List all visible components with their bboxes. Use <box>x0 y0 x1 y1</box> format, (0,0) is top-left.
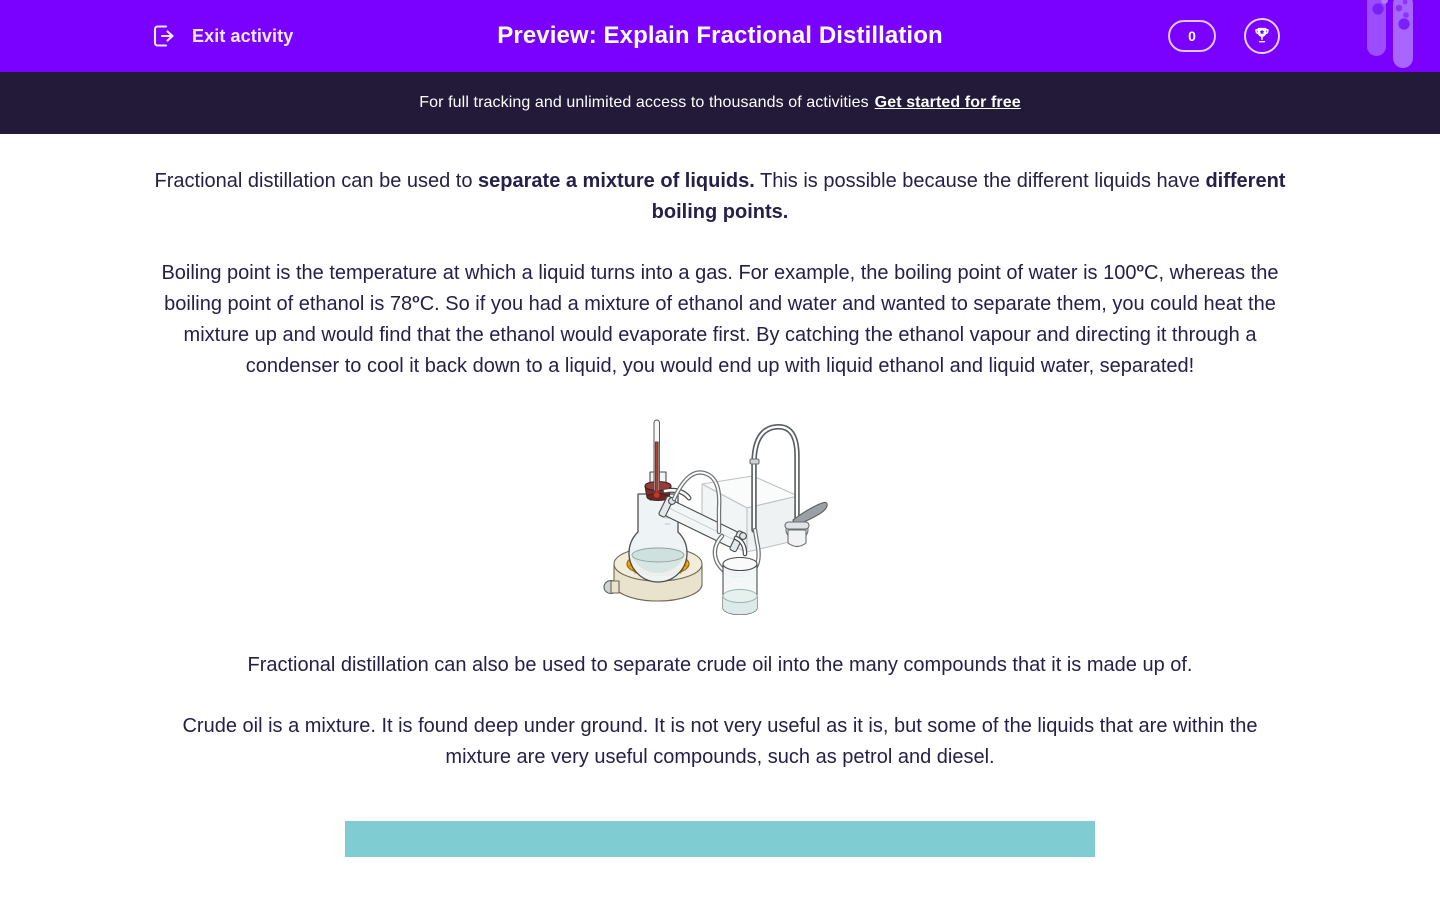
points-value: 0 <box>1188 28 1196 44</box>
promo-banner: For full tracking and unlimited access t… <box>0 72 1440 134</box>
activity-content: Fractional distillation can be used to s… <box>0 166 1440 857</box>
fractional-distillation-apparatus-diagram <box>603 419 828 616</box>
p1-text-a: Fractional distillation can be used to <box>154 170 479 192</box>
exit-activity-button[interactable]: Exit activity <box>148 0 293 72</box>
paragraph-crude-oil-detail: Crude oil is a mixture. It is found deep… <box>182 715 1258 768</box>
paragraph-intro: Fractional distillation can be used to s… <box>150 166 1290 228</box>
answer-input-bar[interactable] <box>345 821 1095 857</box>
promo-text: For full tracking and unlimited access t… <box>419 94 869 111</box>
exit-arrow-icon <box>148 20 180 52</box>
p2-degree-1: o <box>1136 260 1145 275</box>
points-badge[interactable]: 0 <box>1168 20 1216 52</box>
exit-activity-label: Exit activity <box>192 25 294 46</box>
trophy-icon <box>1251 25 1273 47</box>
trophy-button[interactable] <box>1244 18 1280 54</box>
p1-bold-1: separate a mixture of liquids. <box>478 170 755 192</box>
header-actions: 0 <box>1168 0 1440 72</box>
p2-text-a: Boiling point is the temperature at whic… <box>161 262 1137 284</box>
app-header: Exit activity Preview: Explain Fractiona… <box>0 0 1440 72</box>
p1-text-c: This is possible because the different l… <box>754 170 1206 192</box>
paragraph-crude-oil-intro: Fractional distillation can also be used… <box>247 654 1193 676</box>
paragraph-boiling-point: Boiling point is the temperature at whic… <box>150 258 1290 382</box>
get-started-link[interactable]: Get started for free <box>875 94 1021 112</box>
p2-degree-2: o <box>412 291 420 306</box>
figure-container <box>0 412 1440 622</box>
